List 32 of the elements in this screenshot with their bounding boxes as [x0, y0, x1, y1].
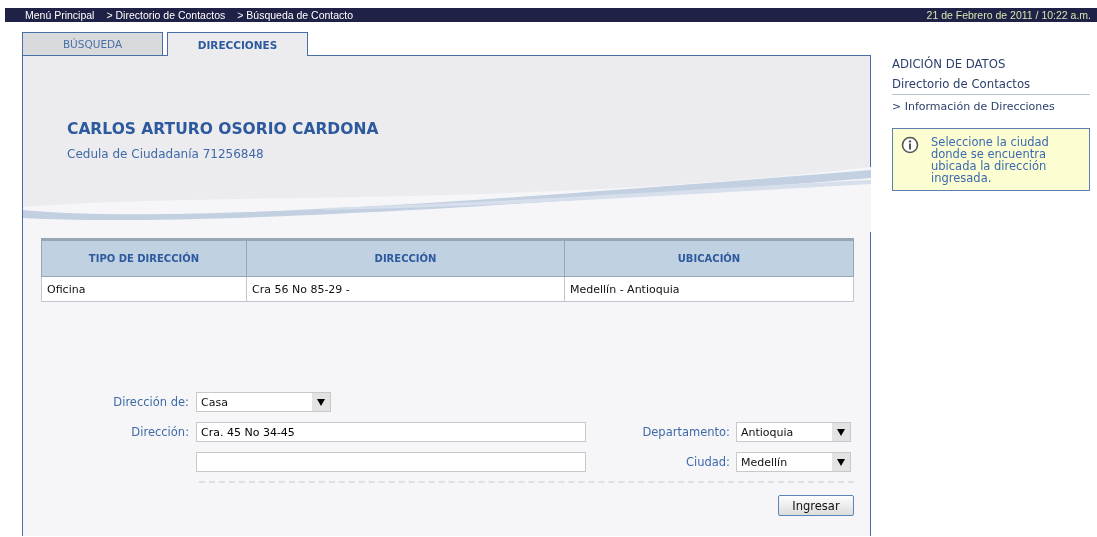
breadcrumb-link[interactable]: > Directorio de Contactos [106, 9, 226, 21]
date-time: 21 de Febrero de 2011 / 10:22 a.m. [926, 9, 1091, 21]
address-input[interactable] [196, 452, 586, 472]
field-label: Ciudad: [684, 455, 731, 469]
table-cell: Cra 56 No 85-29 - [246, 276, 565, 302]
column-header: TIPO DE DIRECCIÓN [41, 239, 247, 277]
tab[interactable]: BÚSQUEDA [22, 32, 163, 55]
table-cell: Oficina [41, 276, 247, 302]
contact-name: CARLOS ARTURO OSORIO CARDONA [67, 119, 380, 138]
tab[interactable]: DIRECCIONES [167, 32, 308, 56]
breadcrumb-link[interactable]: > Búsqueda de Contacto [237, 9, 354, 21]
city-select[interactable]: Medellín [736, 452, 851, 472]
info-text: Seleccione la ciudad donde se encuentra ubicada la dirección ingresada. [931, 136, 1050, 184]
column-header: UBICACIÓN [564, 239, 854, 277]
field-label: Departamento: [641, 425, 731, 439]
field-label: Dirección de: [112, 395, 190, 409]
sidebar-subtitle: Directorio de Contactos [892, 76, 1090, 95]
table-cell: Medellín - Antioquia [564, 276, 854, 302]
dropdown-arrow-icon [837, 428, 845, 436]
sidebar-link[interactable]: > Información de Direcciones [892, 100, 1090, 113]
dropdown-arrow-icon [837, 458, 845, 466]
info-icon [901, 136, 919, 154]
dropdown-arrow-icon [317, 398, 325, 406]
breadcrumb-link[interactable]: Menú Principal [25, 9, 95, 21]
address-input[interactable]: Cra. 45 No 34-45 [196, 422, 586, 442]
column-header: DIRECCIÓN [246, 239, 565, 277]
submit-button[interactable]: Ingresar [778, 495, 854, 516]
address-type-select[interactable]: Casa [196, 392, 331, 412]
department-select[interactable]: Antioquia [736, 422, 851, 442]
sidebar-title: ADICIÓN DE DATOS [892, 56, 1007, 71]
contact-document: Cedula de Ciudadanía 71256848 [67, 147, 265, 161]
field-label: Dirección: [130, 425, 190, 439]
